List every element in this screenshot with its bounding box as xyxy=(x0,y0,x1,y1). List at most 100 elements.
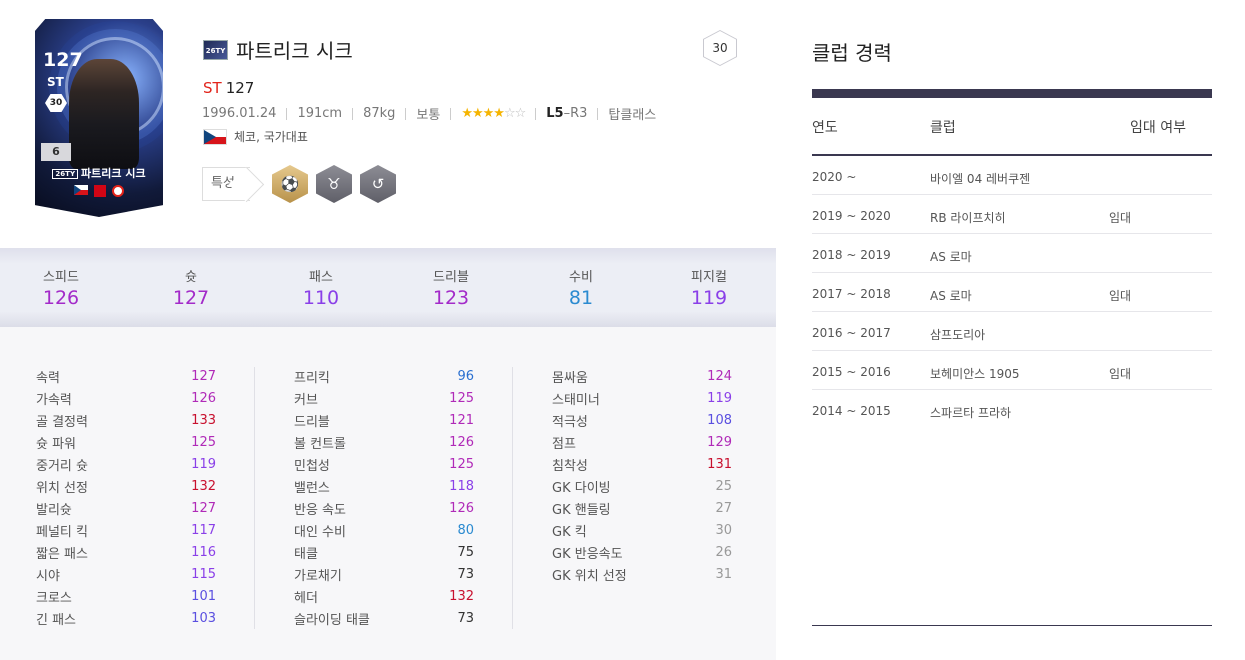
stat-row: 시야 115 xyxy=(36,563,216,585)
stat-label: 가로채기 xyxy=(294,568,342,584)
finesse-shot-trait-icon[interactable]: ⚽ xyxy=(272,165,308,203)
summary-stat-value: 119 xyxy=(690,287,728,309)
player-card[interactable]: 127 ST 30 6 26TY 파트리크 시크 xyxy=(35,19,163,217)
star-icon: ☆ xyxy=(514,106,527,121)
career-row: 2014 ~ 2015 스파르타 프라하 xyxy=(812,390,1212,429)
career-year: 2015 ~ 2016 xyxy=(812,365,891,379)
summary-stat-label: 패스 xyxy=(309,270,333,285)
card-flags xyxy=(59,185,139,197)
foot-right: R3 xyxy=(570,106,588,121)
star-icon: ☆ xyxy=(503,106,516,121)
stat-value: 31 xyxy=(715,566,732,582)
stat-value: 125 xyxy=(449,390,474,406)
career-club: RB 라이프치히 xyxy=(930,211,1006,225)
career-loan: 임대 xyxy=(1109,289,1132,303)
column-divider xyxy=(512,367,513,629)
player-class: 탑클래스 xyxy=(608,108,657,123)
header-club: 클럽 xyxy=(930,120,956,136)
career-row: 2018 ~ 2019 AS 로마 xyxy=(812,234,1212,273)
bundesliga-icon xyxy=(94,185,106,197)
stat-label: 몸싸움 xyxy=(552,370,588,386)
summary-stat: 슛 127 xyxy=(141,266,241,309)
stat-value: 126 xyxy=(449,434,474,450)
weight: 87kg xyxy=(363,106,396,121)
height: 191cm xyxy=(297,106,343,121)
power-header-trait-icon[interactable]: ♉ xyxy=(316,165,352,203)
stat-row: 태클 75 xyxy=(294,541,474,563)
stat-label: 시야 xyxy=(36,568,60,584)
summary-stat-label: 피지컬 xyxy=(691,270,727,285)
foot-left: L5 xyxy=(546,106,564,121)
stat-label: 커브 xyxy=(294,392,318,408)
stat-label: GK 킥 xyxy=(552,524,587,540)
stat-value: 126 xyxy=(449,500,474,516)
stat-value: 117 xyxy=(191,522,216,538)
stat-row: GK 반응속도 26 xyxy=(552,541,732,563)
career-row: 2017 ~ 2018 AS 로마 임대 xyxy=(812,273,1212,312)
career-header-bar xyxy=(812,89,1212,98)
summary-stat-value: 81 xyxy=(568,287,594,309)
summary-stat: 스피드 126 xyxy=(11,266,111,309)
stat-value: 75 xyxy=(457,544,474,560)
stats-column-1: 속력 127 가속력 126 골 결정력 133 슛 파워 125 중거리 슛 119 위치 선정 1… xyxy=(36,365,216,629)
stat-value: 132 xyxy=(449,588,474,604)
stat-row: 커브 125 xyxy=(294,387,474,409)
stat-value: 129 xyxy=(707,434,732,450)
stat-value: 101 xyxy=(191,588,216,604)
divider xyxy=(597,107,599,120)
stat-label: 짧은 패스 xyxy=(36,546,88,562)
stat-value: 119 xyxy=(191,456,216,472)
stat-row: 헤더 132 xyxy=(294,585,474,607)
career-club: AS 로마 xyxy=(930,289,972,303)
player-portrait xyxy=(69,59,139,169)
stat-row: 발리슛 127 xyxy=(36,497,216,519)
card-ovr: 127 xyxy=(43,49,83,71)
stat-label: 페널티 킥 xyxy=(36,524,88,540)
stat-row: GK 다이빙 25 xyxy=(552,475,732,497)
stat-label: 반응 속도 xyxy=(294,502,346,518)
card-season-badge: 26TY xyxy=(52,169,79,179)
stat-label: 볼 컨트롤 xyxy=(294,436,346,452)
flair-trait-icon[interactable]: ↺ xyxy=(360,165,396,203)
summary-stat: 드리블 123 xyxy=(401,266,501,309)
stat-label: 긴 패스 xyxy=(36,612,77,628)
career-loan: 임대 xyxy=(1109,367,1132,381)
stat-value: 119 xyxy=(707,390,732,406)
stat-value: 30 xyxy=(715,522,732,538)
career-row: 2020 ~ 바이엘 04 레버쿠젠 xyxy=(812,156,1212,195)
stat-label: 헤더 xyxy=(294,590,318,606)
stat-value: 80 xyxy=(457,522,474,538)
stat-label: 적극성 xyxy=(552,414,588,430)
stat-label: 태클 xyxy=(294,546,318,562)
card-background: 127 ST 30 6 26TY 파트리크 시크 xyxy=(35,19,163,217)
header-loan: 임대 여부 xyxy=(1130,120,1186,136)
star-icon: ★ xyxy=(461,106,473,121)
stat-value: 73 xyxy=(457,610,474,626)
czech-flag-icon xyxy=(203,128,227,145)
stat-label: 슛 파워 xyxy=(36,436,77,452)
upgrade-level-badge[interactable]: 30 xyxy=(703,30,737,66)
stat-label: GK 위치 선정 xyxy=(552,568,627,584)
stat-row: 점프 129 xyxy=(552,431,732,453)
stat-label: 위치 선정 xyxy=(36,480,88,496)
star-icon: ★ xyxy=(471,106,484,121)
player-ovr: 127 xyxy=(225,79,255,97)
stat-row: 볼 컨트롤 126 xyxy=(294,431,474,453)
stat-label: GK 반응속도 xyxy=(552,546,623,562)
stat-row: 적극성 108 xyxy=(552,409,732,431)
summary-stat: 패스 110 xyxy=(271,266,371,309)
career-year: 2016 ~ 2017 xyxy=(812,326,891,340)
stat-row: 크로스 101 xyxy=(36,585,216,607)
stat-row: 긴 패스 103 xyxy=(36,607,216,629)
card-enhance-level: 6 xyxy=(41,143,71,161)
stat-label: 크로스 xyxy=(36,590,72,606)
stat-label: 슬라이딩 태클 xyxy=(294,612,370,628)
stat-row: 민첩성 125 xyxy=(294,453,474,475)
player-info-row: 1996.01.24 191cm 87kg 보통 ★★★★☆☆ L5–R3 탑클… xyxy=(202,104,656,123)
stat-row: 가로채기 73 xyxy=(294,563,474,585)
career-year: 2017 ~ 2018 xyxy=(812,287,891,301)
career-year: 2019 ~ 2020 xyxy=(812,209,891,223)
stat-label: 스태미너 xyxy=(552,392,600,408)
stat-summary: 스피드 126 슛 127 패스 110 드리블 123 수비 81 피지컬 119 xyxy=(0,248,776,327)
career-table-body: 2020 ~ 바이엘 04 레버쿠젠 2019 ~ 2020 RB 라이프치히 임대 20… xyxy=(812,156,1212,429)
